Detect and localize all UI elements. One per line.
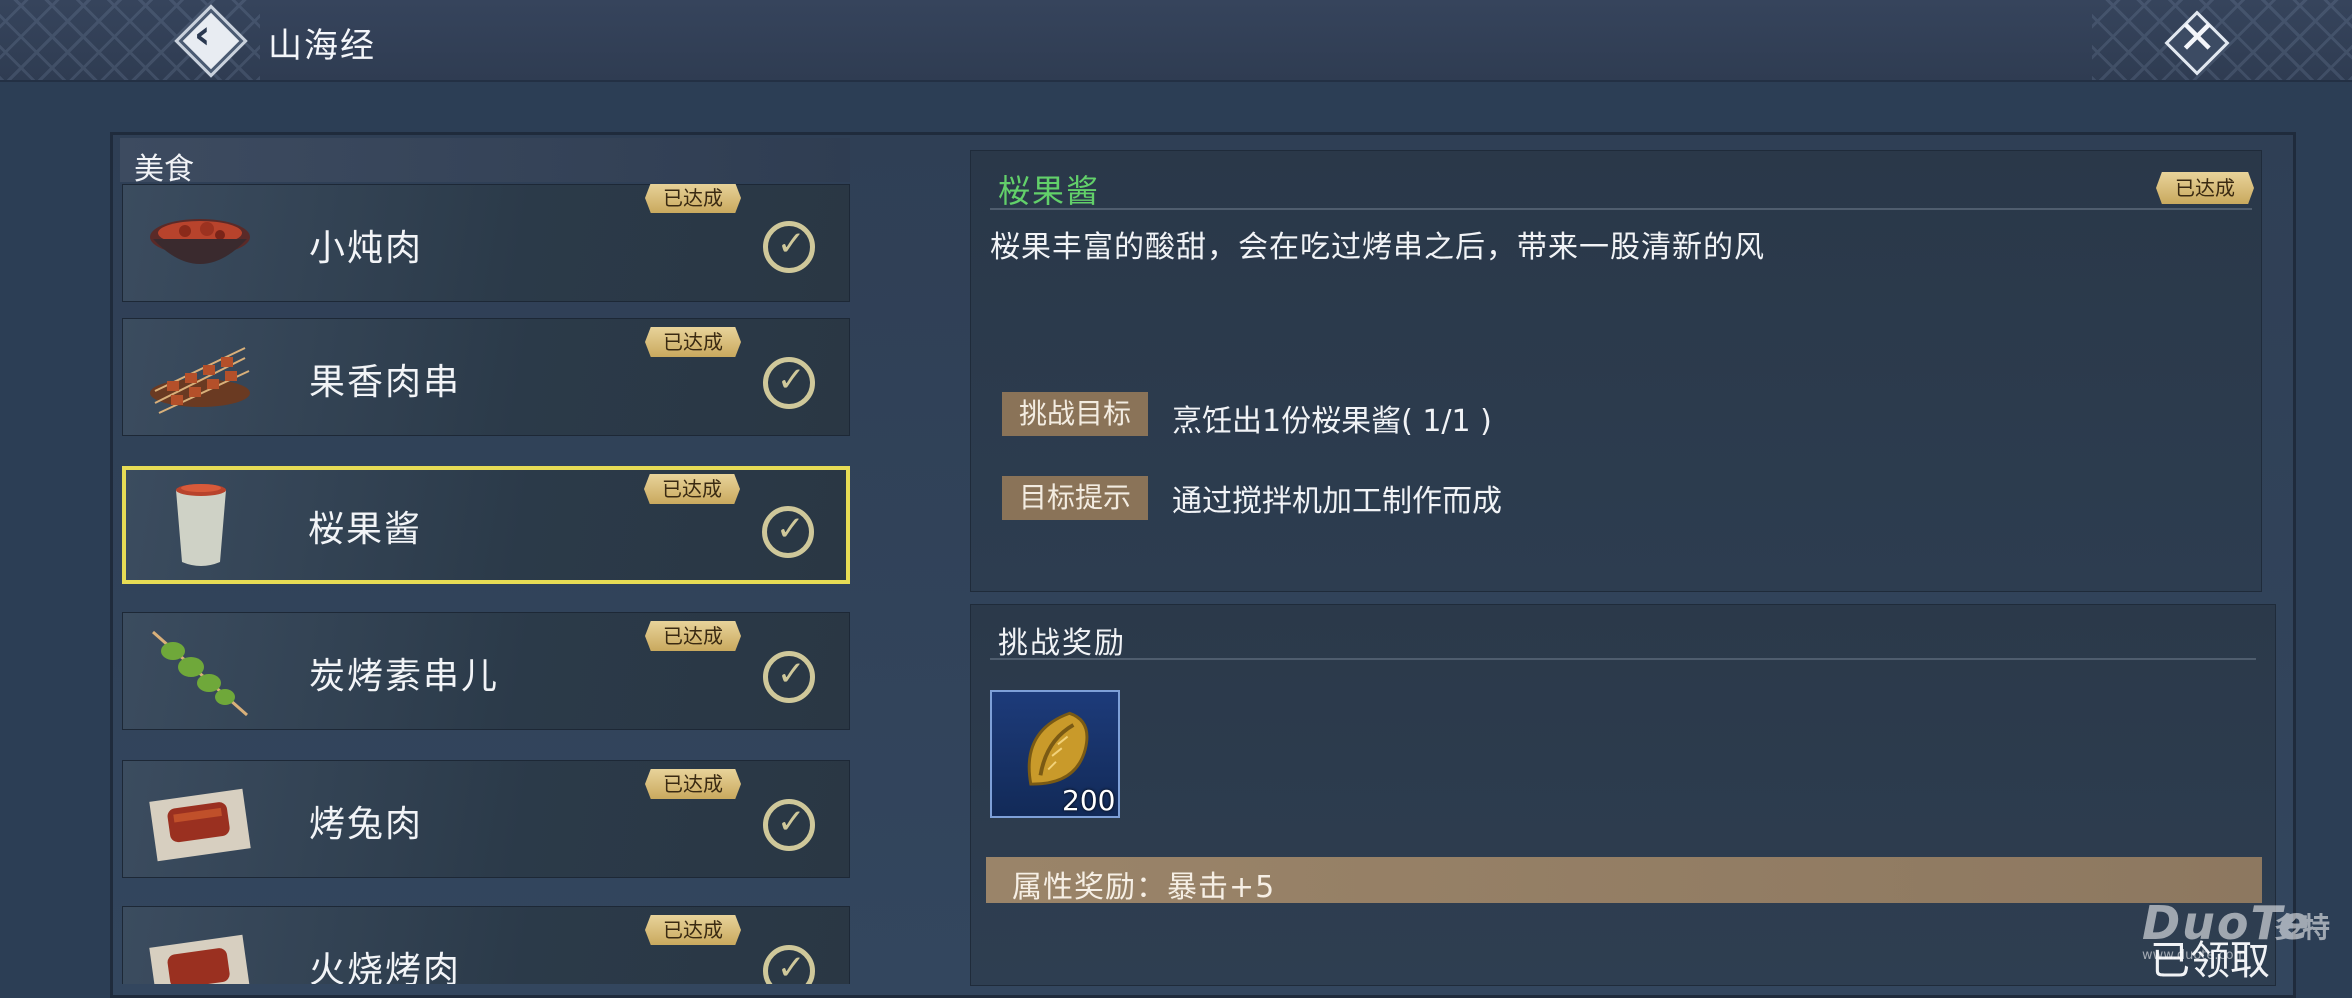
reward-item-count: 200 (1062, 784, 1116, 817)
grilled-meat-icon (149, 934, 251, 984)
category-label: 美食 (134, 152, 194, 187)
meat-skewers-icon (150, 347, 250, 414)
detail-description: 桜果丰富的酸甜，会在吃过烤串之后，带来一股清新的风 (990, 230, 1765, 265)
watermark-cn: 多特 (2274, 911, 2331, 944)
recipe-name: 火烧烤肉 (309, 950, 462, 984)
watermark-logo: DuoTe 多特 www.duote.com (2142, 896, 2338, 966)
back-button[interactable]: ‹ (178, 8, 244, 74)
status-badge: 已达成 (645, 621, 741, 651)
status-badge: 已达成 (644, 474, 740, 504)
roast-rabbit-icon (149, 788, 251, 862)
status-badge: 已达成 (645, 915, 741, 945)
check-icon: ✓ (763, 651, 815, 703)
recipe-item-selected[interactable]: 桜果酱 已达成 ✓ (122, 466, 850, 584)
challenge-goal-text: 烹饪出1份桜果酱( 1/1 ) (1172, 404, 1492, 439)
category-header (120, 138, 850, 182)
detail-panel (970, 150, 2262, 592)
check-icon: ✓ (763, 357, 815, 409)
watermark-url: www.duote.com (2142, 948, 2247, 963)
recipe-name: 果香肉串 (309, 362, 462, 403)
reward-panel (970, 604, 2276, 986)
divider (990, 208, 2252, 210)
close-icon: ✕ (2178, 10, 2217, 64)
check-icon: ✓ (763, 221, 815, 273)
divider (990, 658, 2256, 660)
veggie-skewer-icon (152, 630, 248, 717)
page-title: 山海经 (268, 26, 376, 66)
recipe-item[interactable]: 烤兔肉 已达成 ✓ (122, 760, 850, 878)
recipe-name: 炭烤素串儿 (309, 656, 500, 697)
back-button-frame (178, 8, 244, 74)
recipe-list[interactable]: 小炖肉 已达成 ✓ 果香肉串 已达成 ✓ 桜果酱 已达成 ✓ 炭烤素串儿 已达成… (120, 184, 852, 984)
recipe-name: 小炖肉 (309, 228, 424, 269)
reward-title: 挑战奖励 (998, 626, 1126, 661)
jam-cup-icon (176, 484, 226, 566)
status-badge: 已达成 (645, 327, 741, 357)
recipe-item[interactable]: 果香肉串 已达成 ✓ (122, 318, 850, 436)
stew-bowl-icon (150, 219, 250, 264)
detail-status-badge: 已达成 (2156, 172, 2254, 204)
status-badge: 已达成 (645, 769, 741, 799)
recipe-item[interactable]: 火烧烤肉 已达成 ✓ (122, 906, 850, 984)
status-badge: 已达成 (645, 184, 741, 213)
challenge-goal-label: 挑战目标 (1002, 392, 1148, 436)
recipe-name: 烤兔肉 (309, 804, 424, 845)
attribute-reward-text: 属性奖励：暴击+5 (1012, 870, 1276, 905)
check-icon: ✓ (763, 799, 815, 851)
detail-title: 桜果酱 (998, 172, 1101, 210)
hint-text: 通过搅拌机加工制作而成 (1172, 484, 1502, 519)
chevron-left-icon: ‹ (194, 12, 211, 58)
hint-label: 目标提示 (1002, 476, 1148, 520)
close-button[interactable]: ✕ (2164, 10, 2230, 76)
recipe-item[interactable]: 小炖肉 已达成 ✓ (122, 184, 850, 302)
check-icon: ✓ (763, 945, 815, 984)
recipe-item[interactable]: 炭烤素串儿 已达成 ✓ (122, 612, 850, 730)
check-icon: ✓ (762, 506, 814, 558)
recipe-name: 桜果酱 (308, 509, 423, 550)
